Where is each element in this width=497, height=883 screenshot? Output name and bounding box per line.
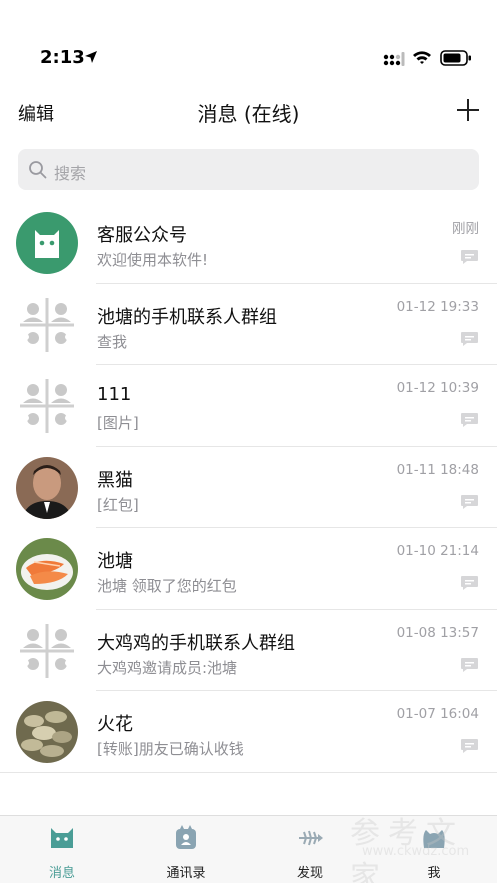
group-avatar [16, 375, 78, 437]
add-plus-icon[interactable] [454, 96, 482, 124]
conversation-item[interactable]: 池塘的手机联系人群组 查我 01-12 19:33 [0, 284, 497, 365]
contacts-book-icon [176, 825, 196, 849]
tab-messages[interactable]: 消息 [0, 816, 124, 883]
conversation-name: 池塘的手机联系人群组 [97, 306, 277, 328]
conversation-name: 大鸡鸡的手机联系人群组 [97, 632, 295, 654]
conversation-item[interactable]: 111 [图片] 01-12 10:39 [0, 365, 497, 447]
conversation-item[interactable]: 池塘 池塘 领取了您的红包 01-10 21:14 [0, 528, 497, 610]
conversation-name: 池塘 [97, 551, 133, 572]
coins-photo-avatar [16, 701, 78, 763]
conversation-preview: [红包] [97, 495, 139, 514]
cellular-signal-icon [383, 52, 405, 66]
conversation-item[interactable]: 客服公众号 欢迎使用本软件! 刚刚 [0, 202, 497, 284]
conversation-preview: 池塘 领取了您的红包 [97, 577, 237, 595]
conversation-name: 黑猫 [97, 469, 133, 491]
conversation-time: 01-08 13:57 [396, 624, 479, 641]
status-time: 2:13 [40, 47, 85, 68]
page-title: 消息 (在线) [197, 102, 300, 126]
group-avatar [16, 293, 78, 356]
search-placeholder: 搜索 [54, 164, 87, 183]
chat-bubble-icon [461, 331, 478, 346]
conversation-item[interactable]: 火花 [转账]朋友已确认收钱 01-07 16:04 [0, 691, 497, 773]
conversation-preview: 查我 [97, 332, 128, 351]
conversation-preview: 欢迎使用本软件! [97, 251, 209, 269]
cat-logo-avatar [16, 212, 78, 274]
status-bar: 2:13 [0, 0, 497, 80]
tab-contacts[interactable]: 通讯录 [124, 816, 248, 883]
navigation-bar: 编辑 消息 (在线) [0, 88, 497, 134]
conversation-time: 01-11 18:48 [396, 461, 479, 478]
conversation-time: 01-12 10:39 [396, 380, 479, 396]
chat-bubble-icon [461, 494, 478, 509]
conversation-preview: [转账]朋友已确认收钱 [97, 740, 244, 758]
tab-label: 消息 [48, 866, 75, 881]
tab-label: 通讯录 [166, 866, 206, 881]
chat-bubble-icon [461, 250, 478, 264]
battery-icon [440, 50, 471, 66]
cat-chat-icon [51, 828, 73, 848]
watermark-url: www.ckwdz.com [362, 844, 470, 859]
chat-bubble-icon [461, 413, 478, 427]
conversation-preview: [图片] [97, 414, 139, 432]
chat-bubble-icon [461, 657, 478, 672]
conversation-time: 01-07 16:04 [396, 706, 479, 722]
conversation-name: 客服公众号 [97, 225, 187, 246]
conversation-time: 刚刚 [452, 221, 479, 237]
person-photo-avatar [16, 456, 78, 519]
wifi-icon [413, 51, 431, 64]
row-divider [0, 771, 497, 773]
conversation-preview: 大鸡鸡邀请成员:池塘 [97, 658, 238, 677]
chat-bubble-icon [461, 739, 478, 753]
conversation-name: 111 [97, 384, 132, 405]
conversation-time: 01-12 19:33 [396, 298, 479, 315]
conversation-name: 火花 [97, 714, 133, 735]
chat-bubble-icon [461, 576, 478, 590]
search-input[interactable]: 搜索 [18, 149, 479, 190]
conversation-time: 01-10 21:14 [396, 543, 479, 559]
conversation-item[interactable]: 大鸡鸡的手机联系人群组 大鸡鸡邀请成员:池塘 01-08 13:57 [0, 610, 497, 691]
watermark: 参考文家 www.ckwdz.com [300, 806, 497, 883]
conversation-list: 客服公众号 欢迎使用本软件! 刚刚 池塘的手机联系人群组 查我 01-12 19… [0, 202, 497, 773]
group-avatar [16, 619, 78, 682]
food-photo-avatar [16, 538, 78, 600]
conversation-item[interactable]: 黑猫 [红包] 01-11 18:48 [0, 447, 497, 528]
location-arrow-icon [85, 51, 97, 63]
search-icon [29, 161, 47, 179]
